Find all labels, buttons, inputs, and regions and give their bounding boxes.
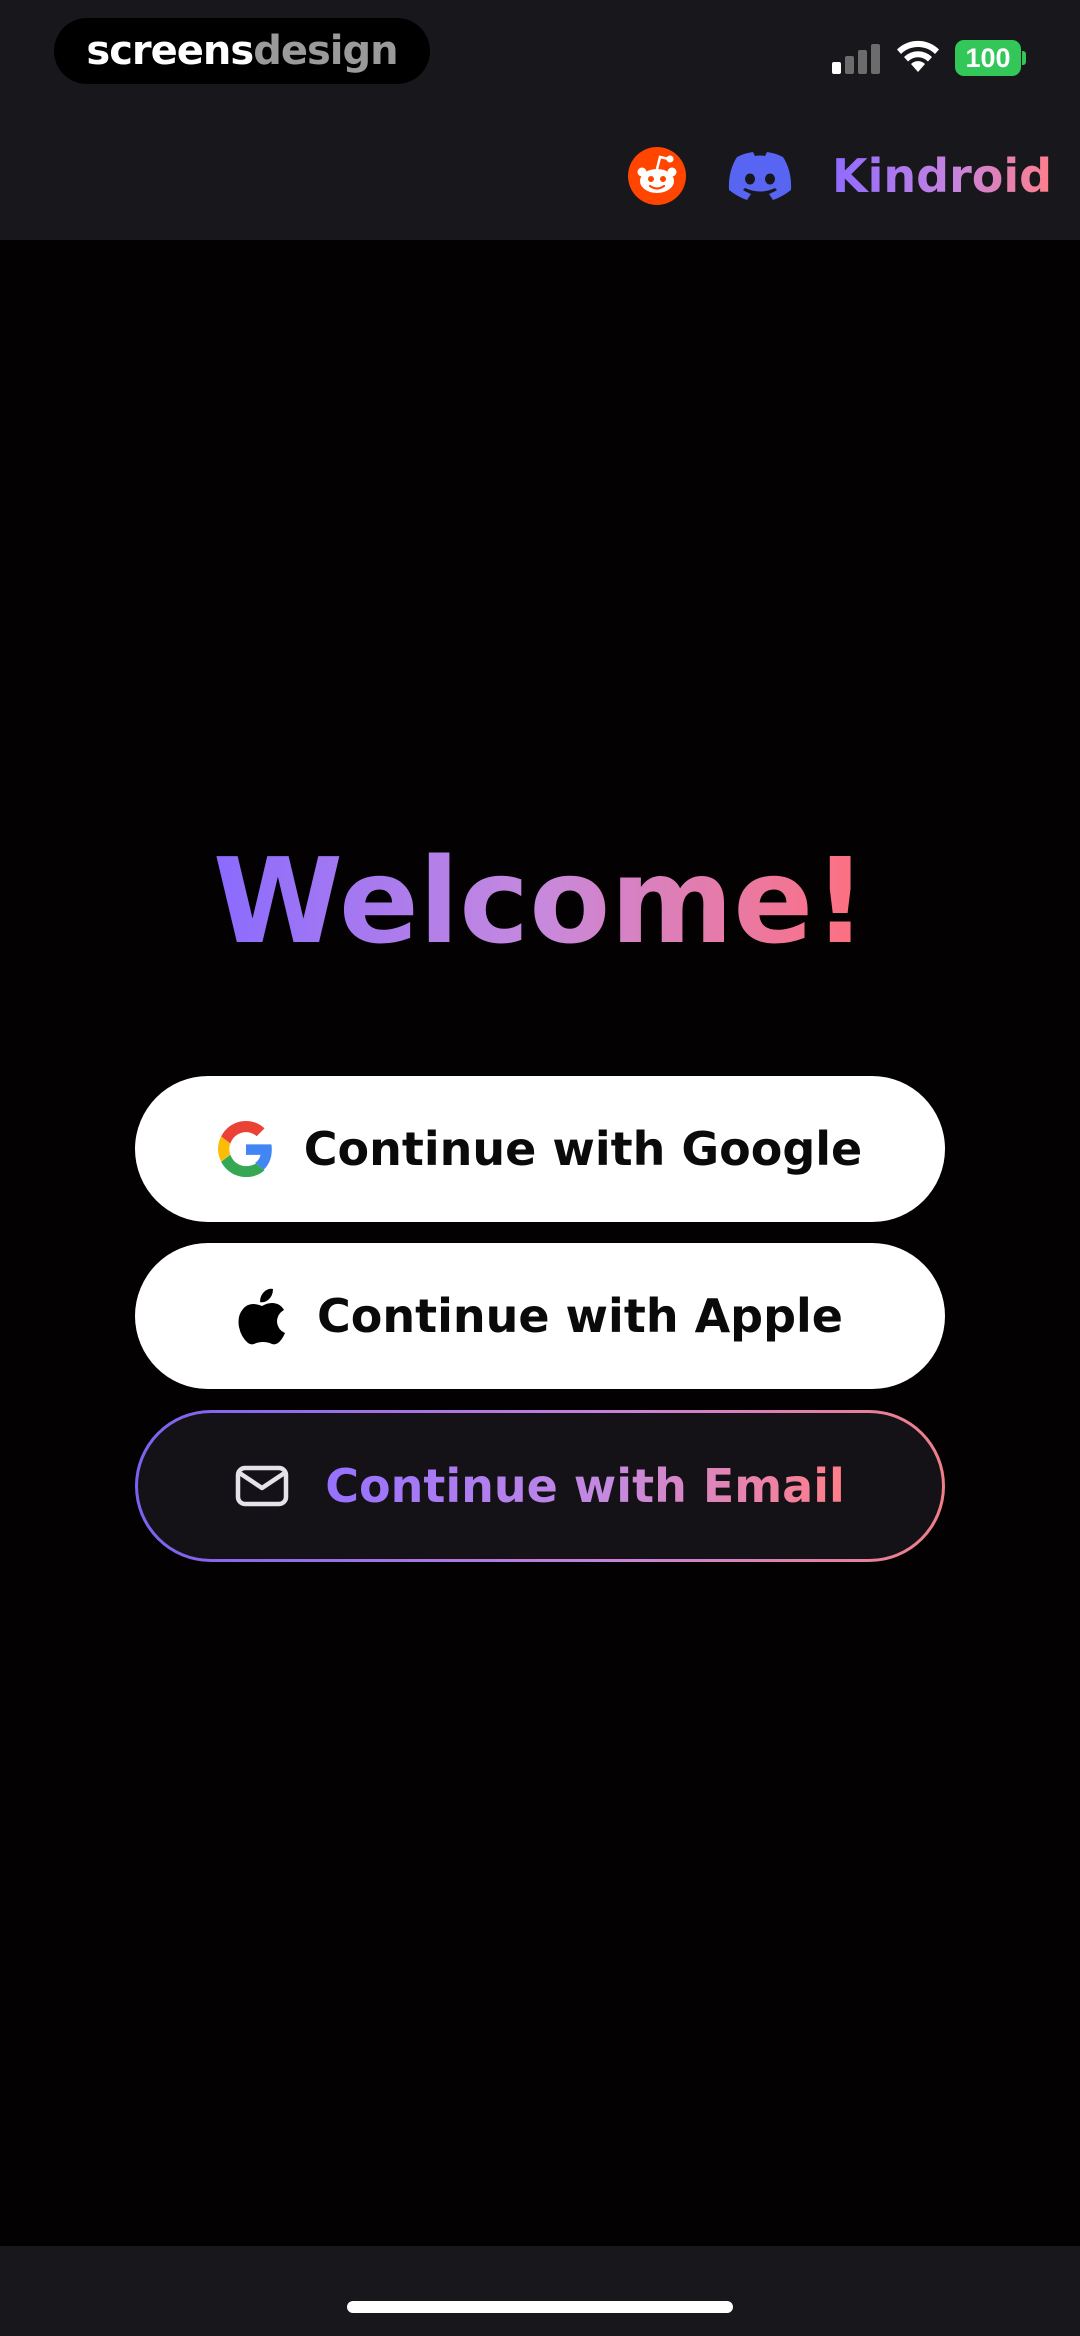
email-button-label: Continue with Email xyxy=(325,1459,845,1513)
email-button-inner: Continue with Email xyxy=(138,1413,942,1559)
battery-indicator: 100 xyxy=(955,40,1021,76)
home-indicator[interactable] xyxy=(347,2301,733,2313)
mail-icon xyxy=(235,1465,289,1507)
continue-with-apple-button[interactable]: Continue with Apple xyxy=(135,1243,945,1389)
continue-with-email-button[interactable]: Continue with Email xyxy=(135,1410,945,1562)
discord-icon[interactable] xyxy=(727,152,793,202)
battery-tip xyxy=(1022,51,1026,65)
welcome-title-text: Welcome! xyxy=(212,832,868,970)
screensdesign-watermark: screens design xyxy=(54,18,430,84)
google-logo-icon xyxy=(217,1121,272,1177)
cellular-signal-icon xyxy=(832,44,880,74)
apple-logo-icon xyxy=(238,1288,285,1345)
google-button-label: Continue with Google xyxy=(303,1122,863,1176)
bottom-bar xyxy=(0,2246,1080,2336)
continue-with-google-button[interactable]: Continue with Google xyxy=(135,1076,945,1222)
apple-button-label: Continue with Apple xyxy=(316,1289,843,1343)
login-screen: screens design 100 Kindroid Welcome! Con… xyxy=(0,0,1080,2336)
watermark-part-a: screens xyxy=(86,28,254,74)
welcome-title: Welcome! xyxy=(0,836,1080,966)
brand-name: Kindroid xyxy=(832,149,1053,203)
top-bar: screens design 100 Kindroid xyxy=(0,0,1080,240)
wifi-icon xyxy=(897,40,939,72)
battery-level: 100 xyxy=(965,42,1011,73)
reddit-icon[interactable] xyxy=(627,146,687,206)
watermark-part-b: design xyxy=(253,28,398,74)
